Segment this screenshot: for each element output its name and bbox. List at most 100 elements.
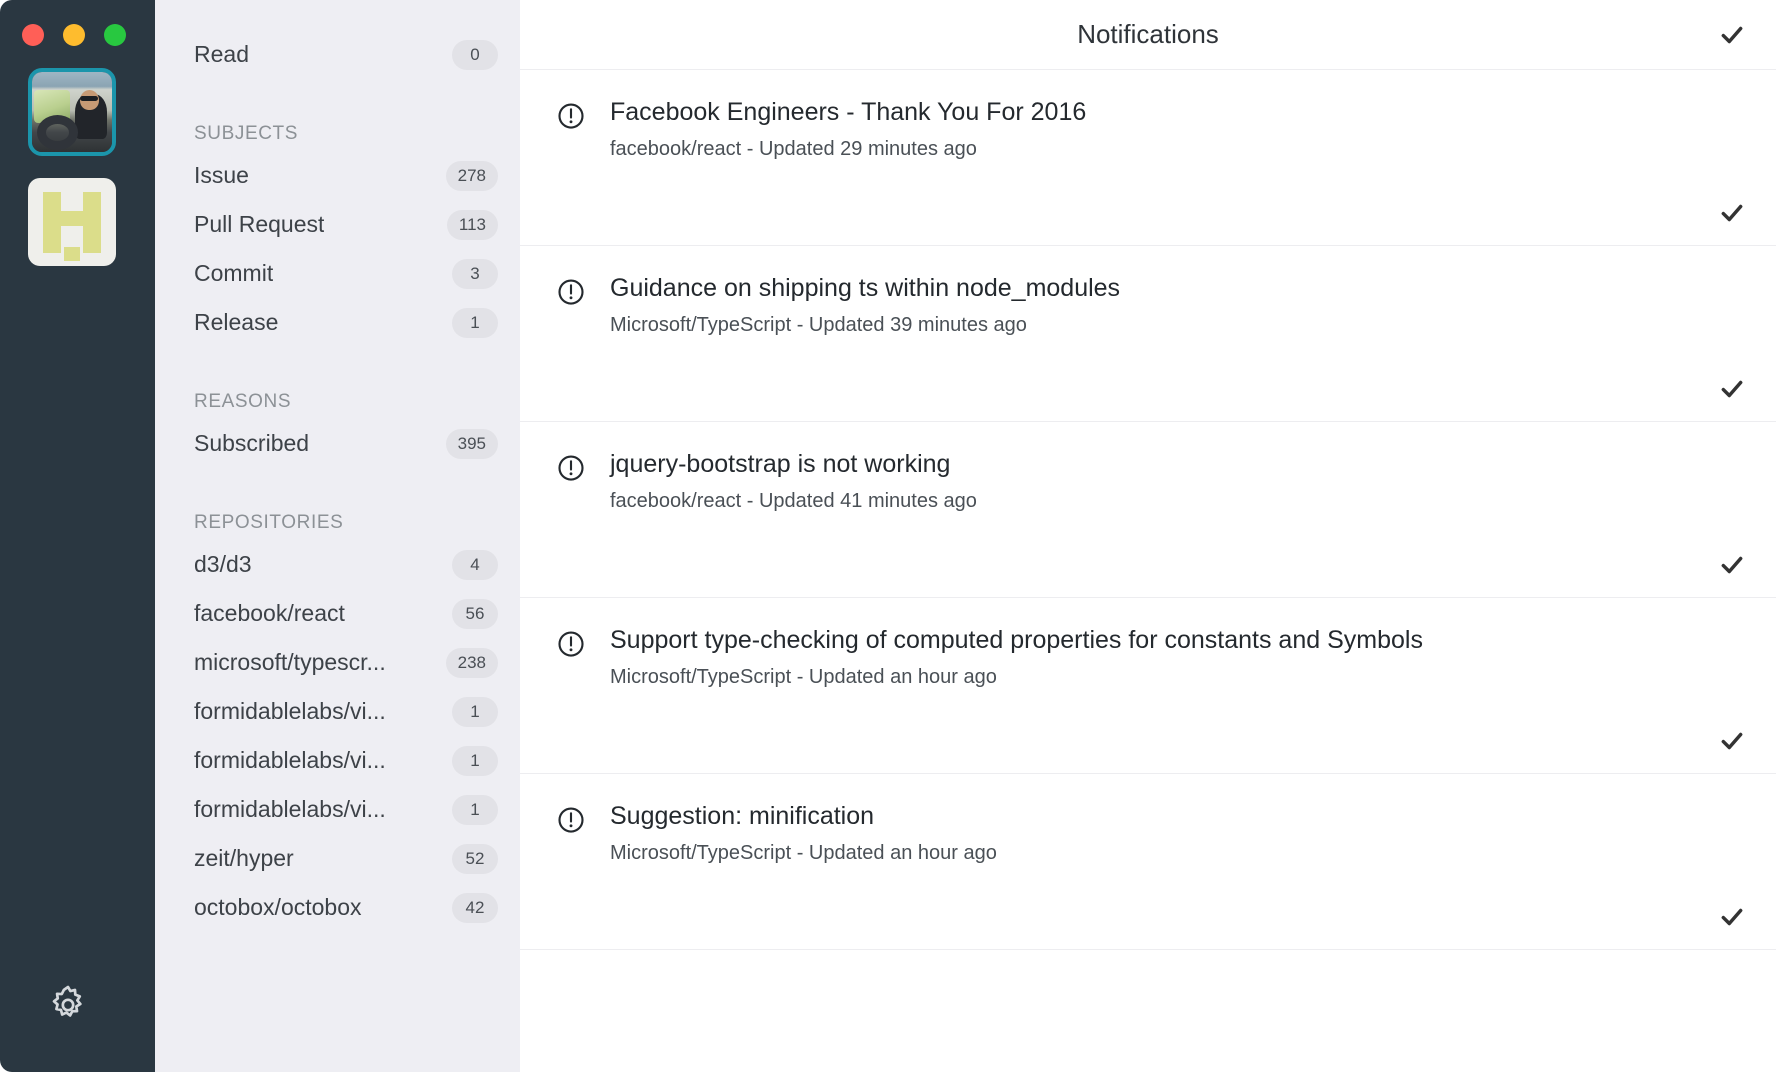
logo-bar — [42, 226, 61, 253]
sidebar-item-commit[interactable]: Commit 3 — [155, 249, 520, 298]
sidebar-section-subjects-title: SUBJECTS — [194, 123, 299, 144]
sidebar-item-count: 1 — [452, 307, 498, 338]
sidebar-item-label: formidablelabs/vi... — [194, 796, 386, 822]
sidebar-item-count: 4 — [452, 549, 498, 580]
sidebar-item-count: 3 — [452, 258, 498, 289]
sidebar-item-label: Subscribed — [194, 430, 310, 456]
sidebar-item-count: 52 — [452, 843, 498, 874]
main-panel: Notifications Facebook Engineers - Thank — [520, 0, 1776, 1072]
app-window: Read 0 SUBJECTS Issue 278 Pull Request 1… — [0, 0, 1776, 1072]
logo-bar — [42, 211, 102, 227]
notification-title: Support type-checking of computed proper… — [610, 626, 1423, 654]
sidebar-item-pull-request[interactable]: Pull Request 113 — [155, 200, 520, 249]
sidebar-item-count: 278 — [445, 160, 498, 191]
notification-meta: Microsoft/TypeScript - Updated an hour a… — [610, 841, 997, 864]
sidebar-item-count: 42 — [452, 892, 498, 923]
check-icon[interactable] — [1719, 904, 1745, 930]
check-icon[interactable] — [1719, 552, 1745, 578]
sidebar-item-count: 113 — [446, 209, 498, 240]
filter-sidebar[interactable]: Read 0 SUBJECTS Issue 278 Pull Request 1… — [155, 0, 520, 1072]
sidebar-item-read[interactable]: Read 0 — [155, 30, 520, 79]
notification-content: Guidance on shipping ts within node_modu… — [602, 272, 1776, 421]
account-rail — [0, 0, 155, 1072]
avatar-photo-image — [32, 72, 112, 152]
sidebar-item-label: formidablelabs/vi... — [194, 747, 386, 773]
main-header: Notifications — [520, 0, 1776, 70]
notification-row[interactable]: Suggestion: minification Microsoft/TypeS… — [520, 774, 1776, 950]
issue-icon — [556, 800, 602, 949]
close-button[interactable] — [22, 24, 44, 46]
notification-content: Support type-checking of computed proper… — [602, 624, 1776, 773]
sidebar-item-repo-octobox[interactable]: octobox/octobox 42 — [155, 883, 520, 932]
sidebar-item-count: 1 — [452, 696, 498, 727]
sidebar-item-count: 1 — [452, 794, 498, 825]
sidebar-section-repositories-title: REPOSITORIES — [194, 512, 344, 533]
notification-title: Facebook Engineers - Thank You For 2016 — [610, 98, 1087, 126]
notification-content: Suggestion: minification Microsoft/TypeS… — [602, 800, 1776, 949]
minimize-button[interactable] — [63, 24, 85, 46]
sidebar-item-repo-facebook-react[interactable]: facebook/react 56 — [155, 589, 520, 638]
check-icon[interactable] — [1719, 22, 1745, 48]
sidebar-item-label: Issue — [194, 162, 249, 188]
sidebar-item-count: 56 — [452, 598, 498, 629]
notification-content: jquery-bootstrap is not working facebook… — [602, 448, 1776, 597]
sidebar-item-repo-d3[interactable]: d3/d3 4 — [155, 540, 520, 589]
sidebar-item-label: d3/d3 — [194, 551, 252, 577]
sidebar-item-subscribed[interactable]: Subscribed 395 — [155, 419, 520, 468]
window-traffic-lights — [22, 24, 126, 46]
sidebar-item-label: octobox/octobox — [194, 894, 362, 920]
sidebar-item-release[interactable]: Release 1 — [155, 298, 520, 347]
avatar-steering-wheel — [36, 115, 79, 151]
sidebar-item-repo-formidablelabs-3[interactable]: formidablelabs/vi... 1 — [155, 785, 520, 834]
notification-content: Facebook Engineers - Thank You For 2016 … — [602, 96, 1776, 245]
notification-row[interactable]: jquery-bootstrap is not working facebook… — [520, 422, 1776, 598]
issue-icon — [556, 448, 602, 597]
sidebar-item-label: Commit — [194, 260, 274, 286]
gear-icon[interactable] — [45, 982, 91, 1028]
account-avatar-logo[interactable] — [28, 178, 116, 266]
sidebar-section-reasons-title: REASONS — [194, 391, 292, 412]
sidebar-item-label: Read — [194, 41, 249, 67]
account-avatar-photo[interactable] — [28, 68, 116, 156]
sidebar-item-repo-formidablelabs-2[interactable]: formidablelabs/vi... 1 — [155, 736, 520, 785]
check-icon[interactable] — [1719, 376, 1745, 402]
avatar-glasses — [80, 96, 99, 101]
logo-bar — [83, 226, 102, 253]
sidebar-item-label: zeit/hyper — [194, 845, 294, 871]
check-icon[interactable] — [1719, 728, 1745, 754]
sidebar-item-label: microsoft/typescr... — [194, 649, 386, 675]
logo-bar — [64, 246, 80, 261]
sidebar-item-count: 238 — [445, 647, 498, 678]
sidebar-item-label: formidablelabs/vi... — [194, 698, 386, 724]
notification-meta: Microsoft/TypeScript - Updated 39 minute… — [610, 313, 1027, 336]
notification-row[interactable]: Support type-checking of computed proper… — [520, 598, 1776, 774]
sidebar-item-count: 1 — [452, 745, 498, 776]
notification-title: Suggestion: minification — [610, 802, 875, 830]
issue-icon — [556, 96, 602, 245]
notification-meta: Microsoft/TypeScript - Updated an hour a… — [610, 665, 997, 688]
avatar-logo-image — [28, 178, 116, 266]
sidebar-item-repo-formidablelabs-1[interactable]: formidablelabs/vi... 1 — [155, 687, 520, 736]
notification-meta: facebook/react - Updated 41 minutes ago — [610, 489, 977, 512]
notification-row[interactable]: Facebook Engineers - Thank You For 2016 … — [520, 70, 1776, 246]
notification-list[interactable]: Facebook Engineers - Thank You For 2016 … — [520, 70, 1776, 1072]
notification-title: jquery-bootstrap is not working — [610, 450, 951, 478]
notification-row[interactable]: Guidance on shipping ts within node_modu… — [520, 246, 1776, 422]
sidebar-item-count: 395 — [445, 428, 498, 459]
sidebar-item-issue[interactable]: Issue 278 — [155, 151, 520, 200]
sidebar-item-repo-zeit-hyper[interactable]: zeit/hyper 52 — [155, 834, 520, 883]
sidebar-item-count: 0 — [452, 39, 498, 70]
notification-title: Guidance on shipping ts within node_modu… — [610, 274, 1121, 302]
sidebar-item-label: Pull Request — [194, 211, 325, 237]
sidebar-item-repo-microsoft-typescript[interactable]: microsoft/typescr... 238 — [155, 638, 520, 687]
account-list — [28, 68, 116, 266]
check-icon[interactable] — [1719, 200, 1745, 226]
issue-icon — [556, 272, 602, 421]
notification-meta: facebook/react - Updated 29 minutes ago — [610, 137, 977, 160]
maximize-button[interactable] — [104, 24, 126, 46]
page-title: Notifications — [1077, 19, 1219, 49]
sidebar-item-label: Release — [194, 309, 279, 335]
